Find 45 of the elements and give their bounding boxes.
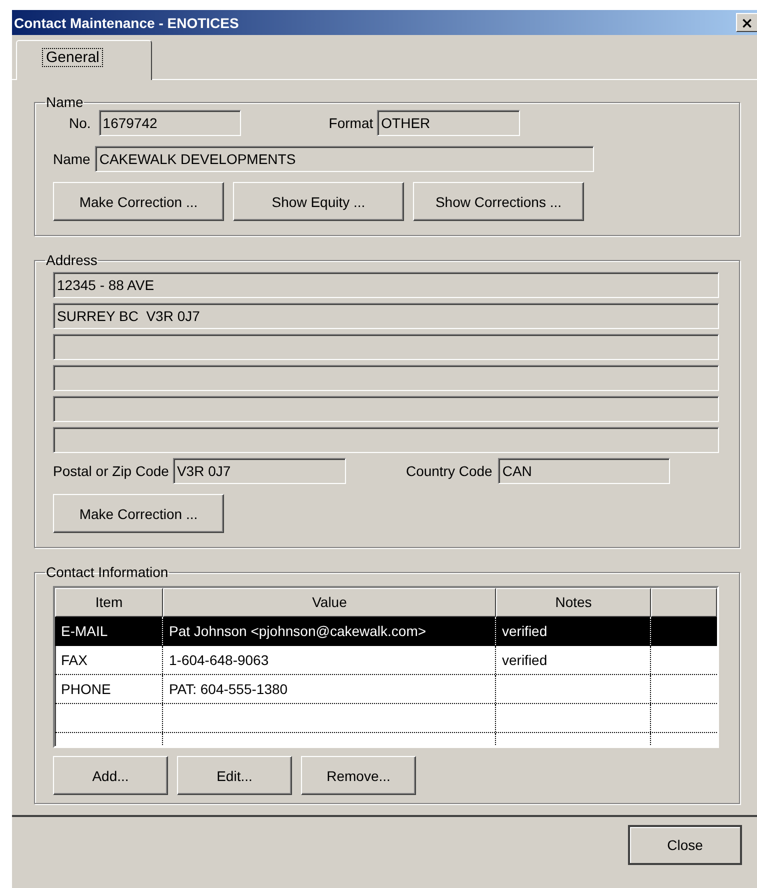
column-header[interactable] [651, 588, 717, 617]
action-button[interactable]: Show Equity ... [233, 182, 404, 221]
tab[interactable]: General [16, 40, 152, 80]
table-action-button[interactable]: Add... [53, 756, 168, 795]
table-cell: FAX [55, 646, 163, 674]
format-field[interactable]: OTHER [377, 110, 520, 136]
address-line-field[interactable]: 12345 - 88 AVE [53, 272, 719, 298]
column-header[interactable]: Value [163, 588, 496, 617]
table-cell: E-MAIL [55, 617, 163, 645]
table-cell: PHONE [55, 675, 163, 703]
field-label: Country Code [406, 463, 492, 479]
number-field[interactable]: 1679742 [98, 110, 241, 136]
address-line-field[interactable] [53, 365, 719, 391]
field-label: No. [69, 115, 91, 131]
action-button[interactable]: Show Corrections ... [413, 182, 584, 221]
close-button[interactable]: Close [628, 825, 742, 865]
column-header[interactable]: Notes [496, 588, 651, 617]
group-title: Name [45, 94, 84, 110]
address-line-field[interactable] [53, 334, 719, 360]
group-title: Address [45, 252, 98, 268]
close-window-button[interactable]: × [736, 13, 757, 32]
country-code-field[interactable]: CAN [498, 458, 670, 484]
postal-code-field[interactable]: V3R 0J7 [172, 458, 346, 484]
action-button[interactable]: Make Correction ... [53, 182, 224, 221]
table-cell: verified [496, 617, 651, 645]
column-header[interactable]: Item [55, 588, 163, 617]
address-line-field[interactable] [53, 396, 719, 422]
table-row[interactable]: E-MAIL Pat Johnson <pjohnson@cakewalk.com> verified [55, 617, 717, 646]
name-field[interactable]: CAKEWALK DEVELOPMENTS [95, 146, 594, 172]
address-line-field[interactable] [53, 427, 719, 453]
table-cell: verified [496, 646, 651, 674]
make-correction-button[interactable]: Make Correction ... [53, 494, 224, 533]
address-line-field[interactable]: SURREY BC V3R 0J7 [53, 303, 719, 329]
table-row[interactable]: PHONE PAT: 604-555-1380 [55, 675, 717, 704]
field-label: Postal or Zip Code [53, 463, 169, 479]
field-label: Format [328, 115, 374, 131]
window-title: Contact Maintenance - ENOTICES [13, 14, 239, 30]
table-cell: PAT: 604-555-1380 [163, 675, 496, 703]
table-action-button[interactable]: Remove... [301, 756, 416, 795]
table-cell: 1-604-648-9063 [163, 646, 496, 674]
field-label: Name [53, 151, 90, 167]
group-title: Contact Information [45, 564, 170, 580]
table-action-button[interactable]: Edit... [177, 756, 292, 795]
table-cell: Pat Johnson <pjohnson@cakewalk.com> [163, 617, 496, 645]
table-row[interactable]: FAX 1-604-648-9063 verified [55, 646, 717, 675]
